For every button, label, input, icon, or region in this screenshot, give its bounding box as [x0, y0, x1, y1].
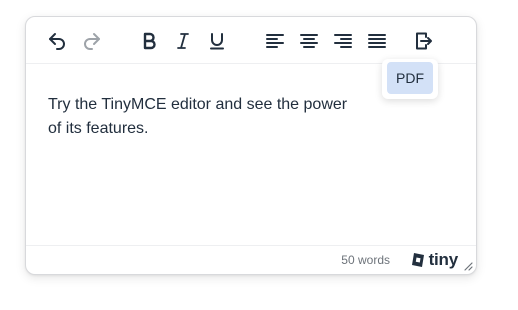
- undo-button[interactable]: [43, 27, 71, 55]
- redo-button[interactable]: [78, 27, 106, 55]
- bold-button[interactable]: [135, 27, 163, 55]
- bold-icon: [143, 32, 156, 50]
- underline-icon: [210, 33, 224, 50]
- undo-icon: [49, 33, 65, 50]
- align-right-icon: [334, 34, 352, 48]
- export-button[interactable]: [409, 27, 437, 55]
- justify-button[interactable]: [363, 27, 391, 55]
- italic-icon: [177, 33, 189, 49]
- underline-button[interactable]: [203, 27, 231, 55]
- align-center-button[interactable]: [295, 27, 323, 55]
- align-left-icon: [266, 34, 284, 48]
- tiny-brand-text: tiny: [428, 250, 459, 269]
- editor-content[interactable]: Try the TinyMCE editor and see the power…: [48, 93, 348, 141]
- tiny-logo-icon: [411, 253, 424, 267]
- tiny-brand-link[interactable]: tiny: [410, 250, 458, 270]
- align-center-icon: [300, 34, 318, 48]
- redo-icon: [84, 33, 100, 50]
- align-right-button[interactable]: [329, 27, 357, 55]
- align-justify-icon: [368, 34, 386, 48]
- align-left-button[interactable]: [261, 27, 289, 55]
- export-icon: [416, 32, 432, 50]
- export-pdf-item[interactable]: PDF: [387, 62, 433, 94]
- export-menu: PDF: [382, 59, 438, 99]
- toolbar: [26, 17, 476, 64]
- resize-handle-icon[interactable]: [463, 261, 473, 271]
- italic-button[interactable]: [169, 27, 197, 55]
- word-count[interactable]: 50 words: [341, 253, 390, 267]
- statusbar: 50 words tiny: [26, 245, 476, 274]
- editor-container: Try the TinyMCE editor and see the power…: [25, 16, 477, 275]
